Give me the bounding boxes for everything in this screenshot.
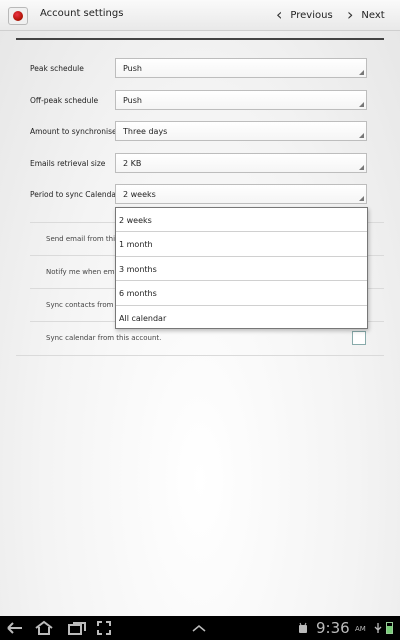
peak-schedule-value: Push xyxy=(123,64,142,73)
list-divider xyxy=(16,355,384,356)
period-to-sync-calendar-value: 2 weeks xyxy=(123,190,156,199)
dropdown-arrow-icon xyxy=(359,102,364,107)
off-peak-schedule-label: Off-peak schedule xyxy=(30,96,99,105)
header-divider xyxy=(16,38,384,40)
system-bar: 9:36 AM xyxy=(0,616,400,640)
notify-me-label: Notify me when ema xyxy=(46,268,119,276)
dropdown-arrow-icon xyxy=(359,133,364,138)
amount-to-synchronise-select[interactable]: Three days xyxy=(115,121,367,141)
period-to-sync-calendar-select[interactable]: 2 weeks xyxy=(115,184,367,204)
battery-icon xyxy=(386,622,393,634)
period-dropdown-list: 2 weeks 1 month 3 months 6 months All ca… xyxy=(115,207,368,329)
chevron-up-icon[interactable] xyxy=(191,624,207,632)
sync-contacts-label: Sync contacts from th xyxy=(46,301,123,309)
dropdown-option[interactable]: 2 weeks xyxy=(116,208,367,233)
amount-to-synchronise-value: Three days xyxy=(123,127,168,136)
screenshot-icon[interactable] xyxy=(96,620,112,636)
page-title: Account settings xyxy=(40,8,124,19)
dropdown-option-label: 1 month xyxy=(119,240,153,250)
next-label: Next xyxy=(361,9,385,21)
off-peak-schedule-select[interactable]: Push xyxy=(115,90,367,110)
send-email-label: Send email from this xyxy=(46,235,119,243)
sync-calendar-label: Sync calendar from this account. xyxy=(46,334,162,342)
dropdown-option[interactable]: All calendar xyxy=(116,306,367,330)
dropdown-option[interactable]: 1 month xyxy=(116,232,367,257)
dropdown-option-label: 3 months xyxy=(119,264,157,274)
peak-schedule-select[interactable]: Push xyxy=(115,58,367,78)
emails-retrieval-size-value: 2 KB xyxy=(123,159,142,168)
off-peak-schedule-value: Push xyxy=(123,96,142,105)
period-to-sync-calendar-label: Period to sync Calendar xyxy=(30,190,120,199)
dropdown-option-label: 6 months xyxy=(119,289,157,299)
dropdown-option-label: 2 weeks xyxy=(119,216,152,225)
sync-calendar-checkbox[interactable] xyxy=(352,331,366,345)
clock-time: 9:36 xyxy=(316,619,350,637)
dropdown-arrow-icon xyxy=(359,70,364,75)
chevron-left-icon: ‹ xyxy=(276,5,283,24)
app-logo xyxy=(13,11,23,21)
previous-label: Previous xyxy=(290,9,333,21)
dropdown-arrow-icon xyxy=(359,165,364,170)
previous-button[interactable]: ‹ Previous xyxy=(276,6,333,24)
dropdown-option[interactable]: 3 months xyxy=(116,257,367,282)
dropdown-option[interactable]: 6 months xyxy=(116,281,367,306)
home-icon[interactable] xyxy=(34,620,54,635)
chevron-right-icon: › xyxy=(347,5,354,24)
back-icon[interactable] xyxy=(6,621,24,635)
android-debug-icon xyxy=(299,622,307,633)
peak-schedule-label: Peak schedule xyxy=(30,64,84,73)
usb-icon xyxy=(374,623,382,633)
emails-retrieval-size-label: Emails retrieval size xyxy=(30,159,106,168)
app-icon[interactable] xyxy=(8,7,28,25)
clock-ampm: AM xyxy=(355,625,366,633)
amount-to-synchronise-label: Amount to synchronise xyxy=(30,127,117,136)
emails-retrieval-size-select[interactable]: 2 KB xyxy=(115,153,367,173)
recent-apps-icon[interactable] xyxy=(67,621,87,635)
dropdown-arrow-icon xyxy=(359,196,364,201)
dropdown-option-label: All calendar xyxy=(119,313,167,323)
next-button[interactable]: › Next xyxy=(347,6,385,24)
action-bar: Account settings ‹ Previous › Next xyxy=(0,0,400,31)
